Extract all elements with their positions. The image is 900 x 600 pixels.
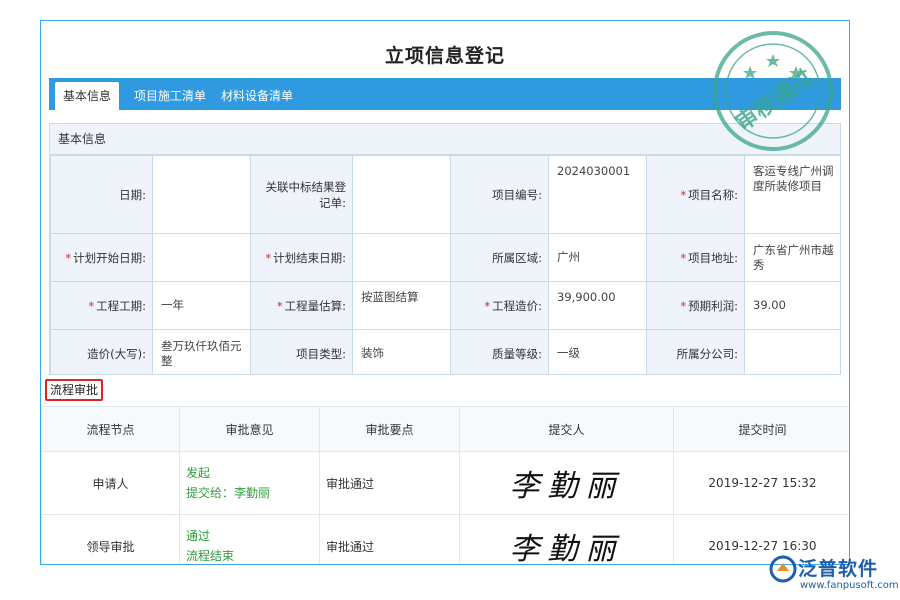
plan-end-label: * 计划结束日期: bbox=[250, 233, 353, 282]
project-type-field[interactable]: 装饰 bbox=[352, 329, 451, 374]
header-node: 流程节点 bbox=[41, 406, 180, 452]
estimate-field[interactable]: 按蓝图结算 bbox=[352, 281, 451, 330]
plan-start-label: * 计划开始日期: bbox=[50, 233, 153, 282]
node-cell: 领导审批 bbox=[41, 514, 180, 564]
estimate-label: * 工程量估算: bbox=[250, 281, 353, 330]
project-name-label: * 项目名称: bbox=[646, 155, 745, 234]
header-time: 提交时间 bbox=[673, 406, 849, 452]
brand-url: www.fanpusoft.com bbox=[800, 580, 899, 591]
header-point: 审批要点 bbox=[319, 406, 460, 452]
project-name-field[interactable]: 客运专线广州调度所装修项目 bbox=[744, 155, 840, 234]
point-cell: 审批通过 bbox=[319, 514, 460, 564]
region-field[interactable]: 广州 bbox=[548, 233, 647, 282]
quality-label: 质量等级: bbox=[450, 329, 549, 374]
opinion-line: 通过 bbox=[186, 529, 211, 543]
profit-label: * 预期利润: bbox=[646, 281, 745, 330]
period-field[interactable]: 一年 bbox=[152, 281, 251, 330]
handwritten-signature: 李勤丽 bbox=[509, 469, 624, 504]
node-cell: 申请人 bbox=[41, 451, 180, 515]
cost-field[interactable]: 39,900.00 bbox=[548, 281, 647, 330]
cost-label: * 工程造价: bbox=[450, 281, 549, 330]
plan-end-field[interactable] bbox=[352, 233, 451, 282]
tab-construction-list[interactable]: 项目施工清单 bbox=[134, 82, 206, 110]
project-address-field[interactable]: 广东省广州市越秀 bbox=[744, 233, 840, 282]
opinion-cell: 通过 流程结束 bbox=[179, 514, 320, 564]
brand-logo-icon bbox=[769, 555, 797, 583]
project-type-label: 项目类型: bbox=[250, 329, 353, 374]
profit-field[interactable]: 39.00 bbox=[744, 281, 840, 330]
brand-logo: 泛普软件 www.fanpusoft.com bbox=[766, 554, 899, 596]
opinion-line: 流程结束 bbox=[186, 549, 235, 563]
table-row: 领导审批 通过 流程结束 审批通过 李勤丽 2019-12-27 16:30 bbox=[41, 514, 849, 565]
plan-start-field[interactable] bbox=[152, 233, 251, 282]
date-field[interactable] bbox=[152, 155, 251, 234]
company-field[interactable] bbox=[744, 329, 840, 374]
flow-approval-title: 流程审批 bbox=[45, 379, 104, 401]
period-label: * 工程工期: bbox=[50, 281, 153, 330]
basic-info-table: 日期: 关联中标结果登记单: 项目编号: 2024030001 * 项目名称: 客… bbox=[50, 155, 840, 374]
quality-field[interactable]: 一级 bbox=[548, 329, 647, 374]
opinion-line: 发起 bbox=[186, 466, 211, 480]
approved-stamp-icon: 审核通过 bbox=[713, 31, 833, 151]
project-code-field[interactable]: 2024030001 bbox=[548, 155, 647, 234]
region-label: 所属区域: bbox=[450, 233, 549, 282]
signature-cell: 李勤丽 bbox=[459, 514, 674, 565]
basic-info-section: 基本信息 日期: 关联中标结果登记单: 项目编号: 2024030001 * 项目… bbox=[49, 123, 841, 375]
table-row: 申请人 发起 提交给：李勤丽 审批通过 李勤丽 2019-12-27 15:32 bbox=[41, 451, 849, 515]
cost-caps-field[interactable]: 叁万玖仟玖佰元整 bbox=[152, 329, 251, 374]
brand-name: 泛普软件 bbox=[798, 558, 879, 580]
time-cell: 2019-12-27 15:32 bbox=[673, 451, 849, 515]
opinion-line: 提交给：李勤丽 bbox=[186, 486, 271, 500]
header-submitter: 提交人 bbox=[459, 406, 674, 452]
tab-basic-info[interactable]: 基本信息 bbox=[55, 82, 120, 110]
header-opinion: 审批意见 bbox=[179, 406, 320, 452]
opinion-cell: 发起 提交给：李勤丽 bbox=[179, 451, 320, 515]
tab-material-list[interactable]: 材料设备清单 bbox=[221, 82, 293, 110]
company-label: 所属分公司: bbox=[646, 329, 745, 374]
handwritten-signature: 李勤丽 bbox=[509, 532, 624, 565]
approval-table: 流程节点 审批意见 审批要点 提交人 提交时间 申请人 发起 提交给：李勤丽 审… bbox=[41, 406, 849, 565]
cost-caps-label: 造价(大写): bbox=[50, 329, 153, 374]
point-cell: 审批通过 bbox=[319, 451, 460, 515]
date-label: 日期: bbox=[50, 155, 153, 234]
bid-result-field[interactable] bbox=[352, 155, 451, 234]
signature-cell: 李勤丽 bbox=[459, 451, 674, 515]
project-address-label: * 项目地址: bbox=[646, 233, 745, 282]
bid-result-label: 关联中标结果登记单: bbox=[250, 155, 353, 234]
project-code-label: 项目编号: bbox=[450, 155, 549, 234]
